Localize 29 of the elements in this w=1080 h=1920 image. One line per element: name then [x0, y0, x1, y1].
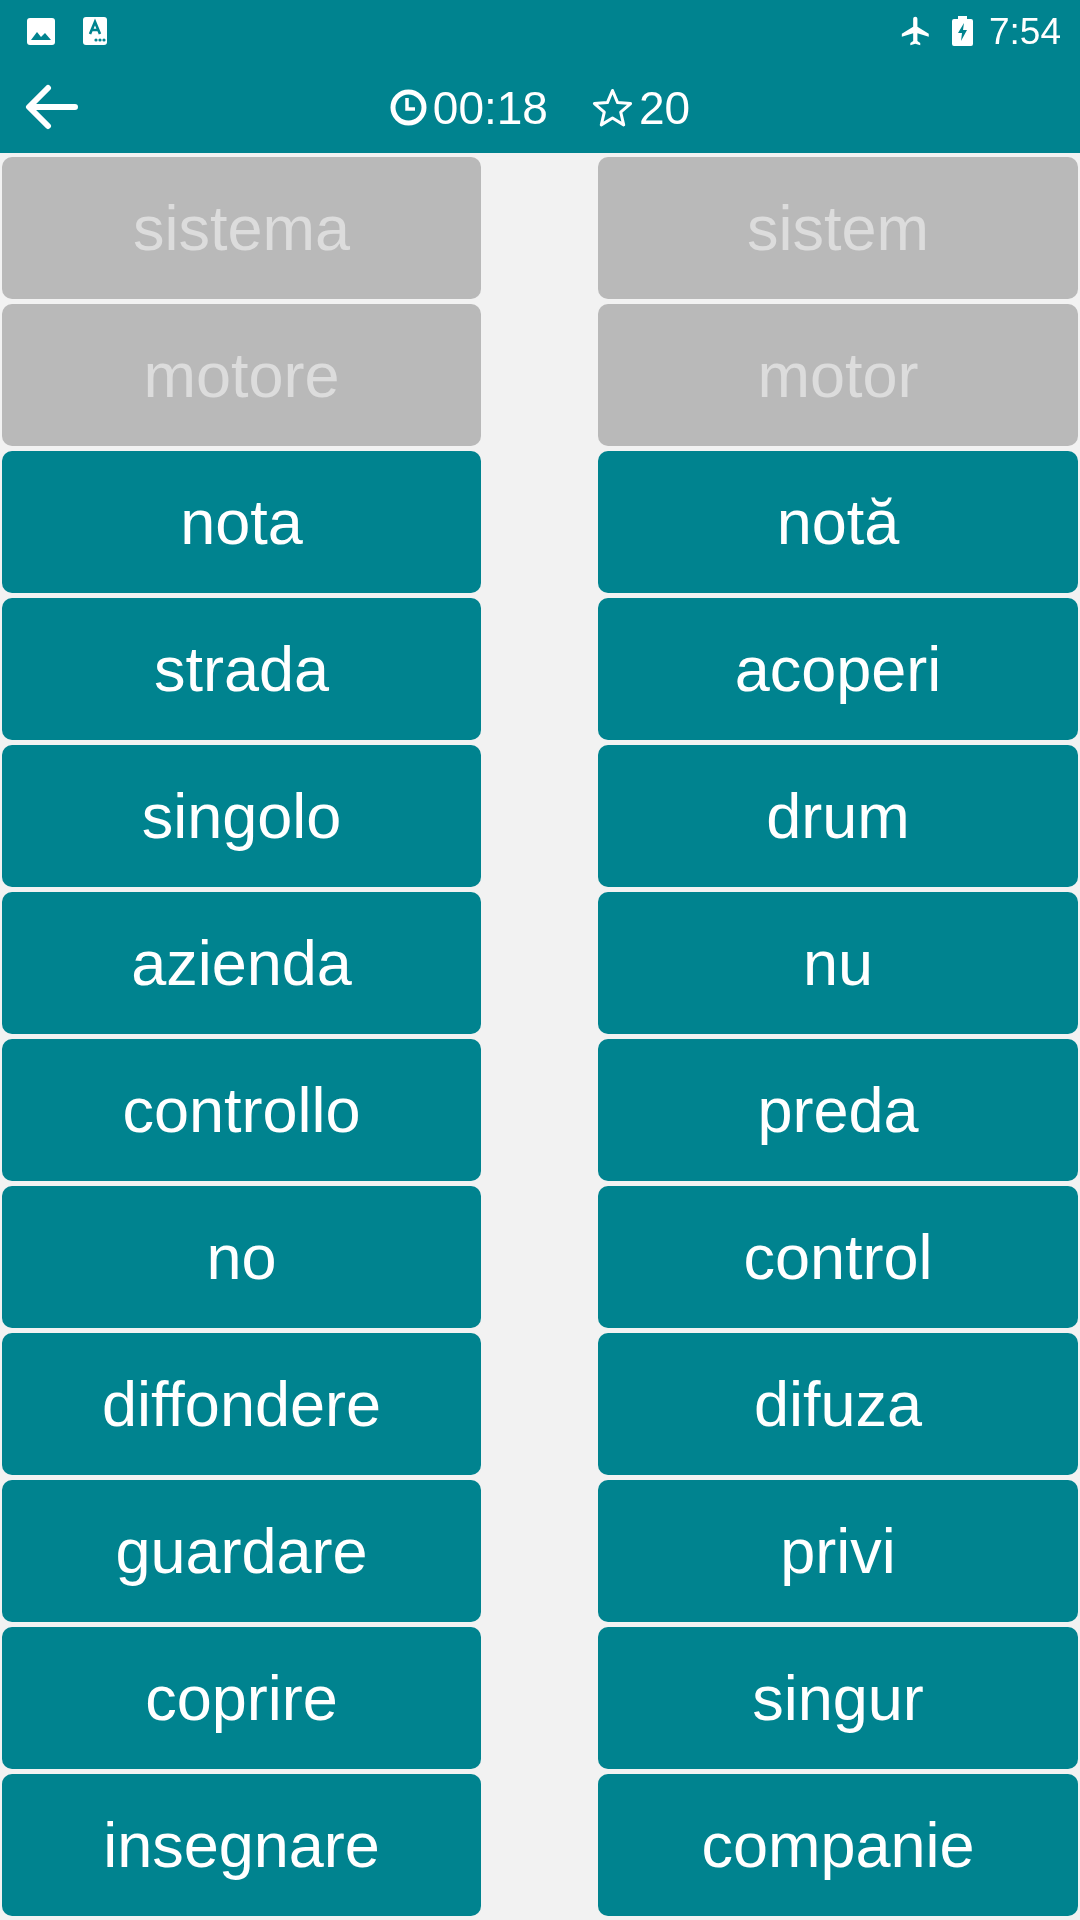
word-tile[interactable]: insegnare	[2, 1774, 481, 1916]
word-tile[interactable]: difuza	[598, 1333, 1078, 1475]
star-icon	[591, 87, 633, 128]
notification-icon	[83, 17, 107, 45]
battery-charging-icon	[952, 16, 973, 46]
word-tile[interactable]: coprire	[2, 1627, 481, 1769]
word-tile[interactable]: nu	[598, 892, 1078, 1034]
word-tile[interactable]: singolo	[2, 745, 481, 887]
word-tile[interactable]: drum	[598, 745, 1078, 887]
status-time: 7:54	[989, 12, 1061, 50]
word-tile[interactable]: preda	[598, 1039, 1078, 1181]
word-tile[interactable]: nota	[2, 451, 481, 593]
word-tile[interactable]: diffondere	[2, 1333, 481, 1475]
word-tile[interactable]: singur	[598, 1627, 1078, 1769]
back-arrow-icon	[24, 84, 78, 130]
word-tile[interactable]: notă	[598, 451, 1078, 593]
word-tile[interactable]: acoperi	[598, 598, 1078, 740]
clock-icon	[389, 89, 427, 126]
timer-text: 00:18	[432, 84, 548, 131]
word-tile[interactable]: azienda	[2, 892, 481, 1034]
word-tile[interactable]: companie	[598, 1774, 1078, 1916]
word-tile[interactable]: privi	[598, 1480, 1078, 1622]
word-tile[interactable]: guardare	[2, 1480, 481, 1622]
word-tile[interactable]: strada	[2, 598, 481, 740]
word-tile[interactable]: no	[2, 1186, 481, 1328]
score-text: 20	[638, 84, 691, 131]
image-icon	[27, 17, 55, 45]
word-tile[interactable]: controllo	[2, 1039, 481, 1181]
word-tile[interactable]: control	[598, 1186, 1078, 1328]
